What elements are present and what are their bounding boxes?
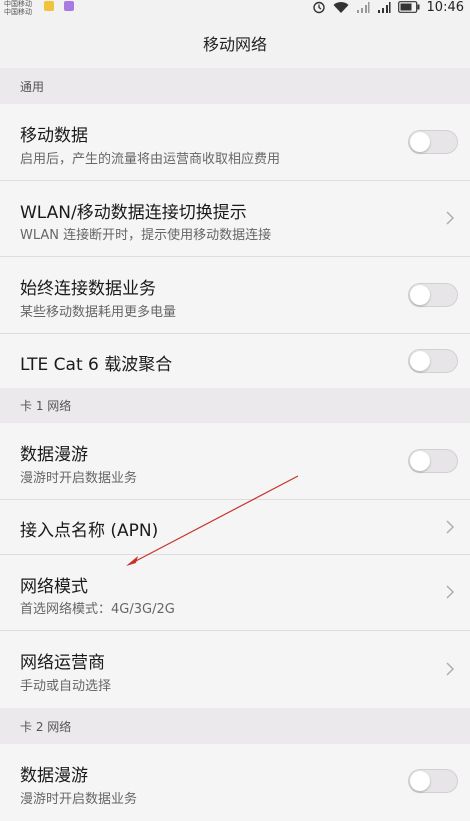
setting-title: WLAN/移动数据连接切换提示: [20, 203, 247, 223]
setting-title: 网络模式: [20, 577, 88, 597]
setting-mobile-data[interactable]: 移动数据 启用后，产生的流量将由运营商收取相应费用: [0, 104, 470, 181]
setting-subtitle: 漫游时开启数据业务: [20, 792, 138, 807]
alarm-icon: [312, 1, 325, 14]
setting-title: 数据漫游: [20, 445, 88, 465]
section-header-general: 通用: [0, 68, 470, 104]
setting-title: 始终连接数据业务: [20, 279, 156, 299]
always-on-toggle[interactable]: [408, 283, 458, 307]
signal-icon: [356, 1, 370, 13]
toggle-knob: [410, 351, 430, 371]
setting-title: 移动数据: [20, 126, 88, 146]
carrier-2: 中国移动: [4, 8, 32, 16]
setting-data-roaming-sim2[interactable]: 数据漫游 漫游时开启数据业务: [0, 744, 470, 821]
section-header-sim1: 卡 1 网络: [0, 388, 470, 423]
app-notification-icon: [64, 1, 74, 11]
toggle-knob: [410, 451, 430, 471]
setting-subtitle: WLAN 连接断开时，提示使用移动数据连接: [20, 228, 272, 243]
toggle-knob: [410, 285, 430, 305]
roaming-sim1-toggle[interactable]: [408, 449, 458, 473]
setting-apn[interactable]: 接入点名称 (APN): [0, 500, 470, 555]
clock: 10:46: [426, 0, 464, 15]
setting-title: 接入点名称 (APN): [20, 521, 159, 541]
setting-title: LTE Cat 6 载波聚合: [20, 355, 173, 375]
setting-subtitle: 某些移动数据耗用更多电量: [20, 305, 177, 320]
carrier-labels: 中国移动 中国移动: [4, 0, 32, 16]
chevron-right-icon: [446, 662, 455, 676]
chevron-right-icon: [446, 211, 455, 225]
setting-data-roaming-sim1[interactable]: 数据漫游 漫游时开启数据业务: [0, 423, 470, 500]
setting-network-operator[interactable]: 网络运营商 手动或自动选择: [0, 631, 470, 708]
setting-network-mode[interactable]: 网络模式 首选网络模式：4G/3G/2G: [0, 555, 470, 631]
toggle-knob: [410, 132, 430, 152]
setting-subtitle: 首选网络模式：4G/3G/2G: [20, 602, 175, 617]
setting-title: 网络运营商: [20, 653, 105, 673]
page-title: 移动网络: [202, 35, 267, 54]
status-bar: 中国移动 中国移动 10:46: [0, 0, 470, 18]
carrier-1: 中国移动: [4, 0, 32, 8]
chevron-right-icon: [446, 585, 455, 599]
app-notification-icon: [44, 1, 54, 11]
battery-icon: [397, 1, 420, 13]
setting-subtitle: 漫游时开启数据业务: [20, 471, 138, 486]
status-icons: 10:46: [312, 0, 464, 15]
setting-title: 数据漫游: [20, 766, 88, 786]
setting-subtitle: 手动或自动选择: [20, 679, 112, 694]
setting-always-on-data[interactable]: 始终连接数据业务 某些移动数据耗用更多电量: [0, 257, 470, 334]
lte-ca-toggle[interactable]: [408, 349, 458, 373]
setting-wlan-switch-prompt[interactable]: WLAN/移动数据连接切换提示 WLAN 连接断开时，提示使用移动数据连接: [0, 181, 470, 257]
toggle-knob: [410, 771, 430, 791]
setting-lte-carrier-aggregation[interactable]: LTE Cat 6 载波聚合: [0, 334, 470, 388]
chevron-right-icon: [446, 520, 455, 534]
roaming-sim2-toggle[interactable]: [408, 769, 458, 793]
mobile-data-toggle[interactable]: [408, 130, 458, 154]
section-header-sim2: 卡 2 网络: [0, 708, 470, 744]
signal-icon: [377, 1, 391, 13]
wifi-icon: [333, 1, 349, 13]
setting-subtitle: 启用后，产生的流量将由运营商收取相应费用: [20, 152, 281, 167]
